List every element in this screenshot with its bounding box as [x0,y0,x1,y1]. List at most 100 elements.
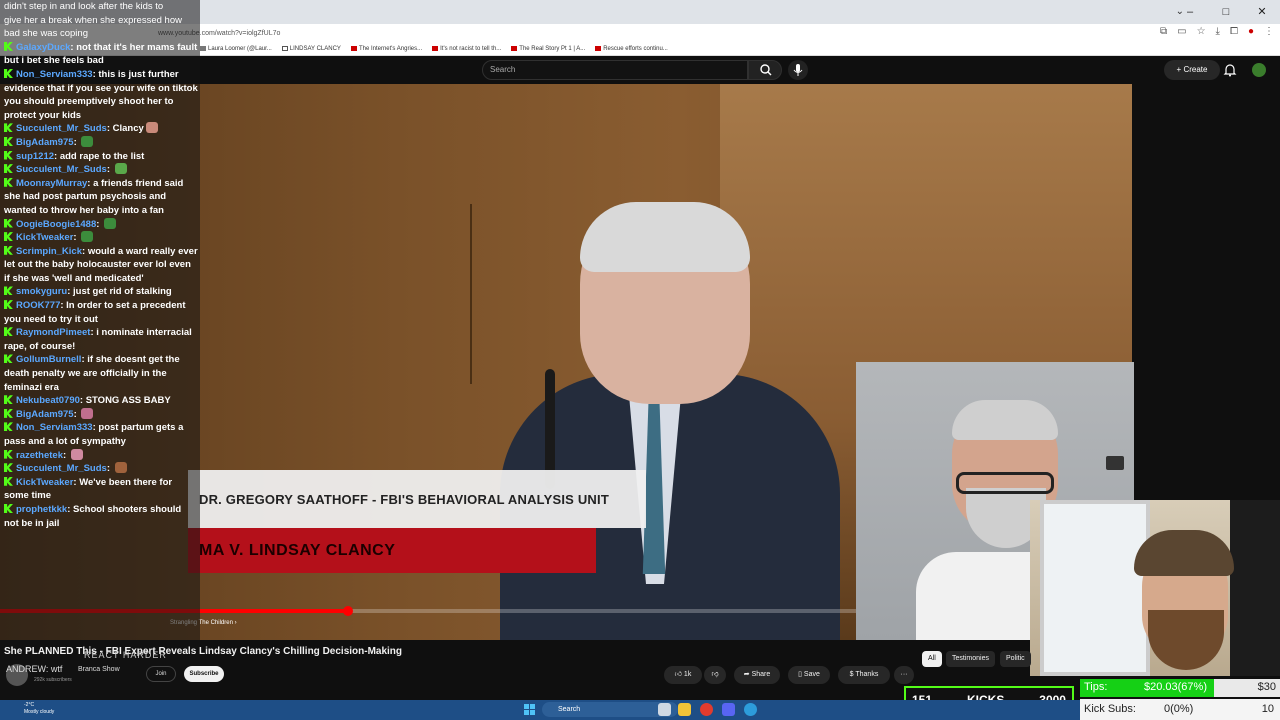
subscribe-button[interactable]: Subscribe [184,666,224,682]
voice-search-button[interactable] [788,60,808,80]
bookmark-favicon-icon [200,46,206,51]
notifications-bell-icon[interactable] [1222,62,1238,78]
chat-username[interactable]: KickTweaker [16,232,73,243]
bookmark-item[interactable]: The Real Story Pt 1 | A... [511,46,585,52]
more-actions-button[interactable]: ··· [894,666,914,684]
chat-emote-icon [81,231,94,243]
account-avatar[interactable] [1252,63,1266,77]
kick-badge-icon [4,449,13,459]
chat-username[interactable]: ROOK777 [16,300,60,311]
chip-all[interactable]: All [922,651,942,667]
channel-name[interactable]: Branca Show [78,666,120,673]
discord-icon[interactable] [722,703,735,716]
chat-message: KickTweaker: [4,231,198,245]
chat-username[interactable]: GollumBurnell [16,354,81,365]
bookmark-item[interactable]: LINDSAY CLANCY [281,46,341,52]
chat-continued-text: bad she was coping [4,28,88,40]
dislike-button[interactable]: 👎︎ [704,666,726,684]
bookmark-item[interactable]: Rescue efforts continu... [595,46,668,52]
kick-subs-widget: Kick Subs: 0(0%) 10 [1080,699,1280,720]
chat-username[interactable]: RaymondPimeet [16,327,90,338]
thanks-button[interactable]: $ Thanks [838,666,890,684]
chat-username[interactable]: BigAdam975 [16,409,74,420]
chat-username[interactable]: Non_Serviam333 [16,422,93,433]
streamer-background-door [1040,500,1150,676]
chat-username[interactable]: KickTweaker [16,477,73,488]
chat-text: just get rid of stalking [73,286,172,298]
chat-message: prophetkkk: School shooters should not b… [4,503,198,530]
maximize-icon[interactable]: □ [1208,0,1244,24]
chat-emote-icon [81,407,94,419]
kick-badge-icon [4,150,13,160]
chat-message: ROOK777: In order to set a precedent you… [4,299,198,326]
chat-message: KickTweaker: We've been there for some t… [4,476,198,503]
chat-username[interactable]: Scrimpin_Kick [16,246,82,257]
chyron-case-banner: MA V. LINDSAY CLANCY [188,528,596,573]
live-chat-overlay: didn't step in and look after the kids t… [0,0,200,700]
extension-red-icon[interactable]: ● [1248,26,1254,37]
file-explorer-icon[interactable] [678,703,691,716]
chat-username[interactable]: BigAdam975 [16,137,74,148]
chat-message: Non_Serviam333: this is just further evi… [4,68,198,122]
like-button[interactable]: 👍︎ 1k [664,666,702,684]
chat-username[interactable]: smokyguru [16,286,67,297]
chat-username[interactable]: OogieBoogie1488 [16,219,96,230]
download-icon[interactable]: ⤓ [1216,26,1220,37]
expert-hair [952,400,1058,440]
chat-username[interactable]: Succulent_Mr_Suds [16,123,107,134]
chat-message: GalaxyDuck: not that it's her mams fault… [4,41,198,68]
chat-username[interactable]: GalaxyDuck [16,42,70,53]
app-icon[interactable] [744,703,757,716]
chat-separator: : [106,463,113,475]
browser-toolbar: ⧉ ▭ ☆ ⤓ ⧠ ● ⋮ [1160,26,1274,37]
chip-testimonies[interactable]: Testimonies [946,651,995,667]
chat-separator: : [96,218,103,230]
kick-badge-icon [4,354,13,364]
chat-username[interactable]: razethetek [16,450,63,461]
chat-username[interactable]: Succulent_Mr_Suds [16,164,107,175]
weather-widget[interactable]: -2°C Mostly cloudy [24,702,54,716]
picture-in-picture-icon[interactable] [1106,456,1124,470]
chrome-icon[interactable] [700,703,713,716]
bookmark-item[interactable]: Laura Loomer (@Laur... [200,46,272,52]
chat-message: MoonrayMurray: a friends friend said she… [4,177,198,218]
join-button[interactable]: Join [146,666,176,682]
chyron-name-text: DR. GREGORY SAATHOFF - FBI'S BEHAVIORAL … [199,492,609,507]
chat-username[interactable]: MoonrayMurray [16,178,87,189]
windows-start-icon[interactable] [524,704,535,715]
chat-separator: : [63,449,69,461]
search-input[interactable]: Search [482,60,748,80]
close-icon[interactable]: ✕ [1244,0,1280,24]
share-button[interactable]: ➦ Share [734,666,780,684]
save-button[interactable]: ▯ Save [788,666,830,684]
chat-username[interactable]: Non_Serviam333 [16,69,93,80]
bookmark-item[interactable]: It's not racist to tell th... [432,46,501,52]
bookmark-item[interactable]: The Internet's Angries... [350,46,422,52]
kick-badge-icon [4,327,13,337]
task-view-icon[interactable] [658,703,671,716]
screenshot-icon[interactable]: ⧉ [1160,26,1167,37]
kick-badge-icon [4,503,13,513]
extensions-icon[interactable]: ⧠ [1230,26,1238,37]
chat-message: BigAdam975: [4,135,198,150]
chat-username[interactable]: Nekubeat0790 [16,395,80,406]
minimize-icon[interactable]: – [1172,0,1208,24]
chat-username[interactable]: Succulent_Mr_Suds [16,463,107,474]
cast-icon[interactable]: ▭ [1177,26,1186,37]
chat-message: BigAdam975: [4,407,198,422]
search-button[interactable] [748,60,782,80]
tips-goal-widget: Tips: $20.03(67%) $30 [1080,679,1280,697]
chat-message-list: GalaxyDuck: not that it's her mams fault… [0,41,200,530]
chip-politics[interactable]: Politic [1000,651,1031,667]
chat-text: Clancy [112,123,144,135]
windows-taskbar: -2°C Mostly cloudy Search [0,700,1080,720]
browser-menu-icon[interactable]: ⋮ [1264,26,1274,37]
chat-message: OogieBoogie1488: [4,217,198,232]
create-button[interactable]: + Create [1164,60,1220,80]
video-scrubber-handle[interactable] [342,606,353,616]
chat-username[interactable]: prophetkkk [16,504,67,515]
witness-hair [580,202,750,272]
chat-username[interactable]: sup1212 [16,151,54,162]
youtube-favicon-icon [511,46,518,51]
bookmark-star-icon[interactable]: ☆ [1197,26,1206,37]
